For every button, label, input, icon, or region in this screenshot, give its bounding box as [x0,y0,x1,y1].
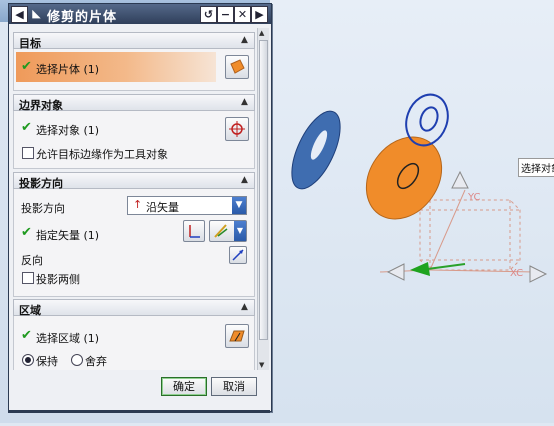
inferred-vector-icon [214,224,228,238]
boundary-curve-inner[interactable] [417,105,440,133]
check-icon: ✔ [21,328,32,343]
selection-tooltip: 选择对象 [518,158,554,177]
section-header-projection[interactable]: 投影方向 ▲ [13,172,255,190]
scroll-down-icon[interactable]: ▼ [259,361,264,369]
reverse-label: 反向 [21,254,43,267]
discard-label: 舍弃 [85,355,107,368]
dialog-content: 目标 ▲ ✔ 选择片体 (1) 边界对象 ▲ ✔ 选择对象 (1) 允许目标边缘… [13,28,255,370]
collapse-up-icon[interactable]: ▲ [238,34,251,47]
check-icon: ✔ [21,59,32,74]
axis-arrow-y[interactable] [451,170,469,189]
dialog-icon: ◣ [32,7,41,20]
vector-constructor-icon [189,225,200,238]
check-icon: ✔ [21,120,32,135]
allow-target-edge-label: 允许目标边缘作为工具对象 [36,148,168,161]
orange-sheet[interactable] [351,122,457,233]
section-header-region[interactable]: 区域 ▲ [13,299,255,317]
keep-label: 保持 [36,355,58,368]
collapse-left-icon[interactable]: ◀ [11,6,28,23]
section-header-boundary[interactable]: 边界对象 ▲ [13,94,255,112]
discard-radio[interactable] [71,354,83,366]
dialog-footer: 确定 取消 [9,372,271,411]
dialog-titlebar[interactable]: ◀ ◣ 修剪的片体 ↺ − ✕ ▶ [9,4,271,25]
check-icon: ✔ [21,225,32,240]
section-body-projection: 投影方向 ↑ 沿矢量 ▼ ✔ 指定矢量 (1) ▼ 反向 投影两侧 [13,189,255,297]
project-both-sides-label: 投影两侧 [36,273,80,286]
axis-arrow-x-neg[interactable] [386,263,405,281]
section-header-target[interactable]: 目标 ▲ [13,32,255,50]
region-icon [229,330,245,342]
projection-direction-label: 投影方向 [21,202,65,215]
crosshair-icon [229,121,245,137]
trimmed-sheet-dialog: ◀ ◣ 修剪的片体 ↺ − ✕ ▶ 目标 ▲ ✔ 选择片体 (1) 边界对象 ▲… [8,3,272,412]
section-projection: 投影方向 ▲ 投影方向 ↑ 沿矢量 ▼ ✔ 指定矢量 (1) ▼ 反向 投影两侧 [13,172,255,298]
select-sheet-label: 选择片体 (1) [36,63,100,76]
arrow-up-icon: ↑ [133,198,143,211]
section-target: 目标 ▲ ✔ 选择片体 (1) [13,32,255,94]
projection-direction-value: 沿矢量 [146,201,179,214]
allow-target-edge-checkbox[interactable] [22,147,34,159]
chevron-down-icon[interactable]: ▼ [234,221,246,241]
select-region-button[interactable] [225,324,249,348]
model-view[interactable]: YC XC [270,0,554,423]
specify-vector-label: 指定矢量 (1) [36,229,100,242]
axis-arrow-x[interactable] [529,265,548,283]
sheet-icon [230,59,245,74]
keep-radio[interactable] [22,354,34,366]
section-boundary: 边界对象 ▲ ✔ 选择对象 (1) 允许目标边缘作为工具对象 [13,94,255,170]
section-body-target: ✔ 选择片体 (1) [13,49,255,91]
reverse-direction-icon [232,249,244,261]
close-icon[interactable]: ✕ [234,6,251,23]
select-sheet-button[interactable] [225,55,249,79]
select-region-label: 选择区域 (1) [36,332,100,345]
reverse-direction-button[interactable] [229,246,247,264]
projection-direction-select[interactable]: ↑ 沿矢量 ▼ [127,196,247,215]
chevron-down-icon[interactable]: ▼ [232,197,246,214]
target-selection-row[interactable]: ✔ 选择片体 (1) [16,52,216,82]
dialog-scrollbar[interactable]: ▲ ▼ [257,28,269,370]
radio-dot [25,357,31,363]
collapse-up-icon[interactable]: ▲ [238,301,251,314]
select-object-button[interactable] [225,117,249,141]
reset-icon[interactable]: ↺ [200,6,217,23]
expand-right-icon[interactable]: ▶ [251,6,268,23]
section-body-region: ✔ 选择区域 (1) 保持 舍弃 [13,316,255,370]
collapse-up-icon[interactable]: ▲ [238,96,251,109]
select-object-label: 选择对象 (1) [36,124,100,137]
minimize-icon[interactable]: − [217,6,234,23]
dialog-bottom-border [8,410,270,413]
ok-button[interactable]: 确定 [161,377,207,396]
project-both-sides-checkbox[interactable] [22,272,34,284]
scroll-thumb[interactable] [259,40,268,340]
collapse-up-icon[interactable]: ▲ [238,174,251,187]
xc-label: XC [510,268,523,279]
scroll-up-icon[interactable]: ▲ [259,29,264,37]
section-region: 区域 ▲ ✔ 选择区域 (1) 保持 舍弃 [13,299,255,370]
vector-cone[interactable] [410,262,430,276]
graphics-viewport[interactable]: YC XC [270,0,554,423]
vector-dialog-button[interactable] [183,220,205,242]
section-body-boundary: ✔ 选择对象 (1) 允许目标边缘作为工具对象 [13,111,255,169]
cancel-button[interactable]: 取消 [211,377,257,396]
inferred-vector-select[interactable]: ▼ [209,220,247,242]
dialog-title: 修剪的片体 [47,10,118,25]
yc-label: YC [467,192,481,203]
